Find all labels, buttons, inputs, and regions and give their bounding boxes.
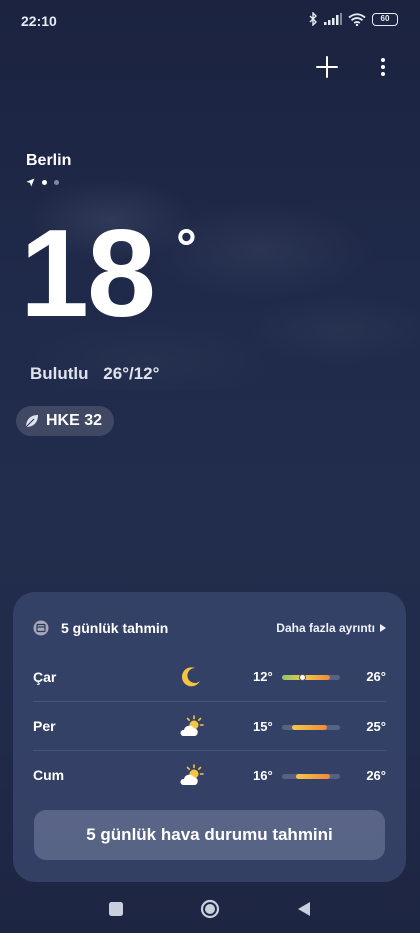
forecast-row[interactable]: Cum 16° 26° — [33, 750, 386, 799]
recents-button[interactable] — [105, 898, 127, 920]
page-dot-active — [42, 180, 47, 185]
current-condition: Bulutlu 26°/12° — [30, 364, 159, 384]
top-actions — [314, 54, 396, 80]
temperature-range-bar — [282, 674, 340, 681]
more-vertical-icon — [381, 58, 385, 76]
air-quality-badge[interactable]: HKE 32 — [16, 406, 115, 436]
leaf-icon — [25, 415, 38, 428]
forecast-low: 15° — [253, 718, 273, 734]
city-name[interactable]: Berlin — [26, 152, 71, 170]
forecast-low: 16° — [253, 767, 273, 783]
more-options-button[interactable] — [370, 54, 396, 80]
wifi-icon — [348, 12, 366, 26]
air-quality-label: HKE 32 — [46, 412, 103, 429]
more-details-link[interactable]: Daha fazla ayrıntı — [276, 621, 386, 635]
battery-icon: 60 — [372, 12, 398, 26]
system-navbar — [0, 885, 420, 933]
five-day-forecast-button[interactable]: 5 günlük hava durumu tahmini — [34, 810, 385, 860]
calendar-icon — [33, 620, 49, 636]
forecast-high: 26° — [366, 767, 386, 783]
temperature-range-bar — [282, 725, 340, 730]
forecast-day: Çar — [33, 668, 57, 685]
forecast-card: 5 günlük tahmin Daha fazla ayrıntı Çar 1… — [13, 592, 406, 882]
status-bar: 22:10 60 — [0, 0, 420, 42]
more-details-label: Daha fazla ayrıntı — [276, 621, 375, 635]
partly-cloudy-icon — [180, 764, 204, 785]
forecast-row[interactable]: Çar 12° 26° — [33, 652, 386, 701]
triangle-back-icon — [298, 902, 310, 916]
moon-icon — [181, 667, 200, 687]
condition-text: Bulutlu — [30, 364, 89, 383]
forecast-title: 5 günlük tahmin — [61, 620, 169, 636]
status-time: 22:10 — [21, 13, 57, 29]
location-page-indicator — [26, 178, 59, 187]
location-arrow-icon — [26, 178, 35, 187]
forecast-list: Çar 12° 26° Per 15° 25° Cum 16° 26° — [33, 652, 386, 799]
page-dot — [54, 180, 59, 185]
current-temperature: 18 — [20, 205, 156, 343]
partly-cloudy-icon — [180, 715, 204, 736]
temperature-range-bar — [282, 774, 340, 779]
forecast-high: 26° — [366, 669, 386, 684]
status-icons: 60 — [308, 12, 398, 26]
forecast-row[interactable]: Per 15° 25° — [33, 701, 386, 750]
temperature-range: 26°/12° — [103, 364, 160, 383]
signal-icon — [324, 13, 342, 25]
forecast-low: 12° — [253, 669, 273, 684]
forecast-day: Cum — [33, 767, 65, 783]
temperature-degree-symbol: ° — [176, 219, 197, 277]
circle-home-icon — [200, 899, 220, 919]
current-temp-marker — [299, 674, 306, 681]
home-button[interactable] — [199, 898, 221, 920]
forecast-day: Per — [33, 718, 56, 734]
forecast-high: 25° — [366, 718, 386, 734]
bluetooth-icon — [309, 12, 317, 26]
caret-right-icon — [380, 624, 386, 632]
add-city-button[interactable] — [314, 54, 340, 80]
forecast-header: 5 günlük tahmin Daha fazla ayrıntı — [33, 618, 386, 638]
plus-icon — [316, 56, 338, 78]
square-recents-icon — [109, 902, 123, 916]
back-button[interactable] — [293, 898, 315, 920]
